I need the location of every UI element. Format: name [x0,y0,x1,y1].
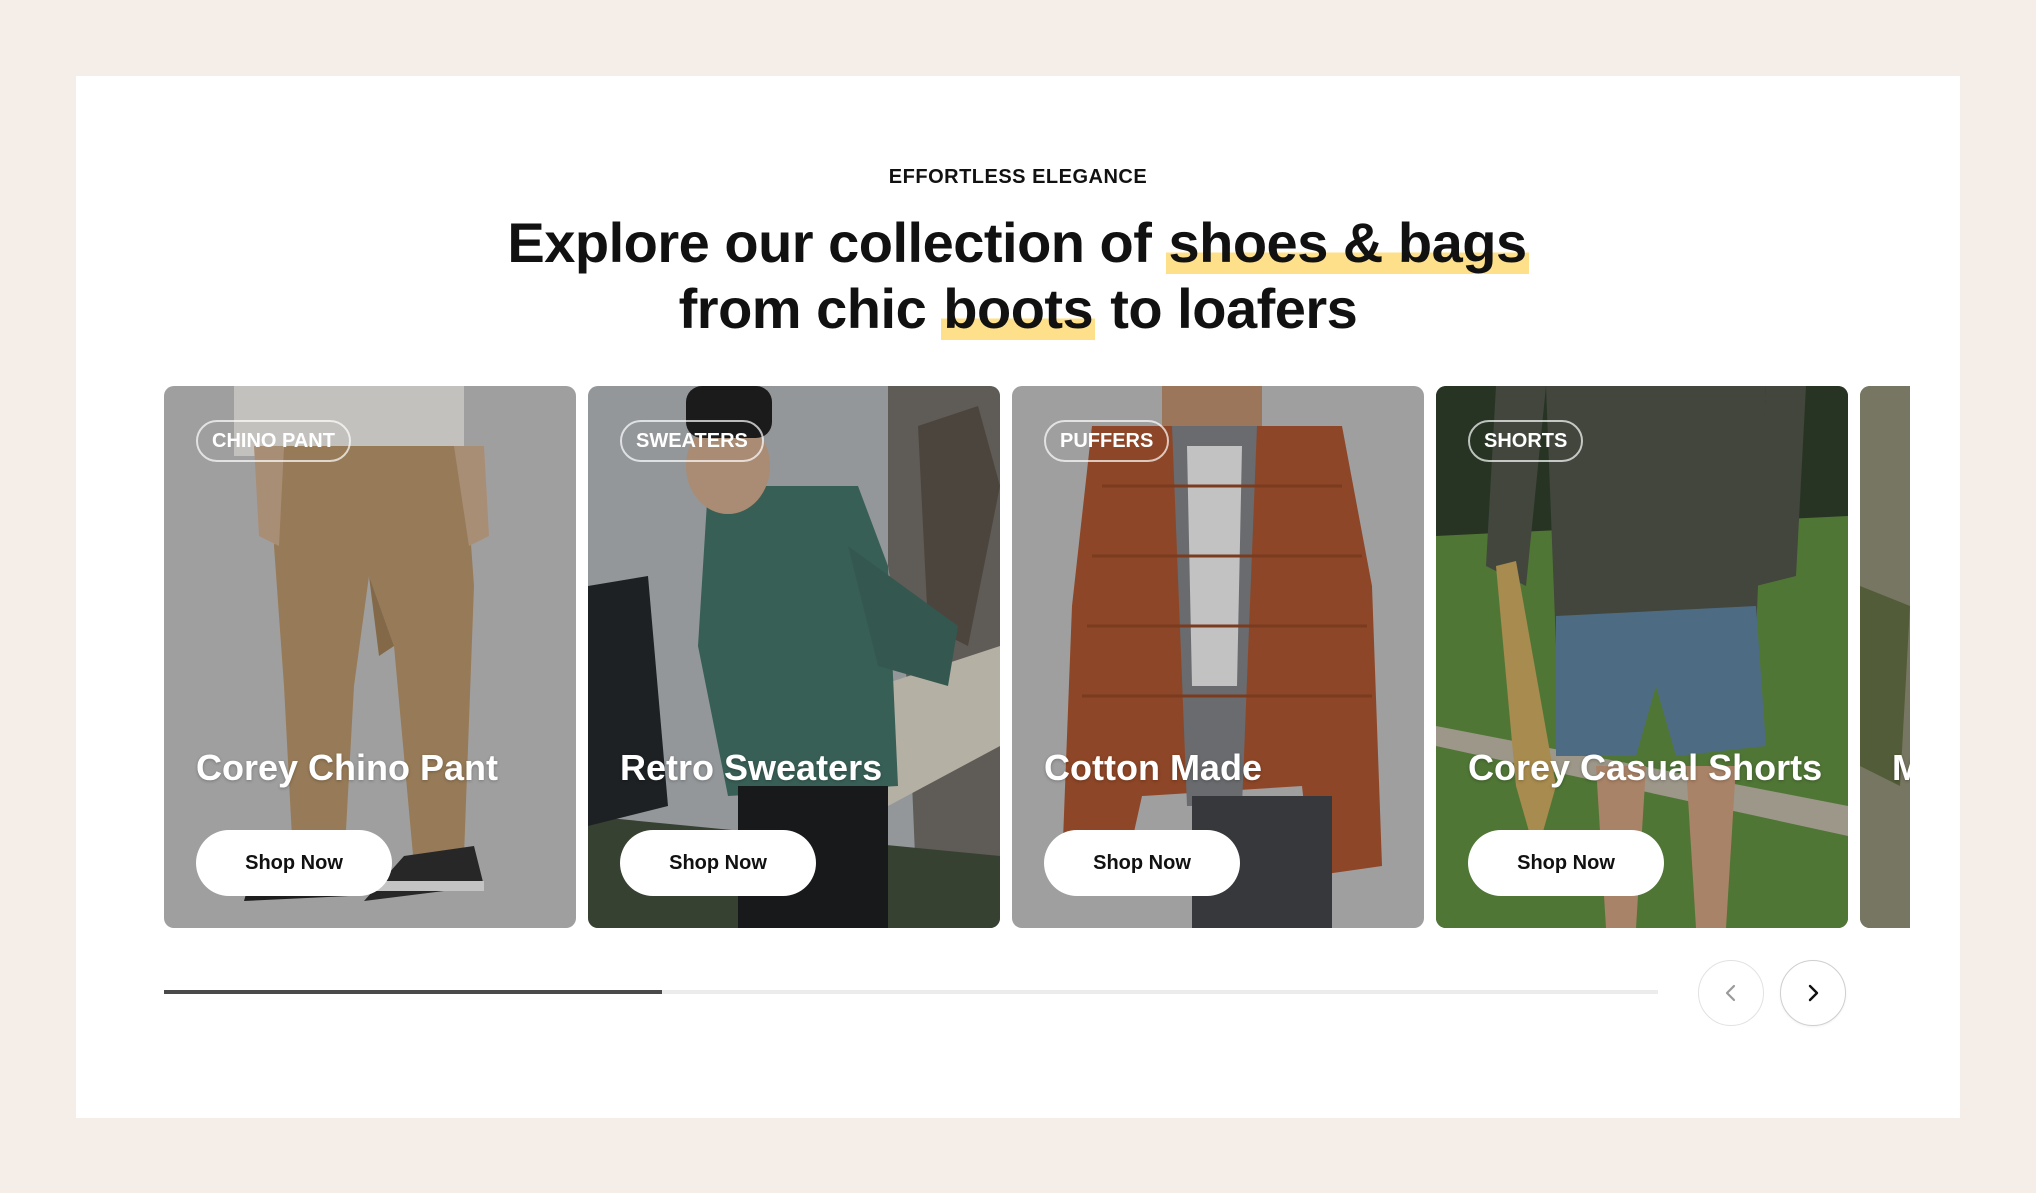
section-heading: Explore our collection of shoes & bags f… [76,210,1960,342]
carousel-progress-fill [164,990,662,994]
section-eyebrow: EFFORTLESS ELEGANCE [888,166,1148,188]
product-title: M C [1892,747,1910,788]
heading-highlight: shoes & bags [1166,211,1529,274]
product-card[interactable]: PUFFERS Cotton Made Shop Now [1012,386,1424,928]
product-carousel: CHINO PANT Corey Chino Pant Shop Now SWE… [164,386,1910,928]
shop-now-button[interactable]: Shop Now [620,830,816,896]
shop-now-button[interactable]: Shop Now [1044,830,1240,896]
heading-text: to loafers [1095,277,1358,340]
product-card[interactable]: SHORTS Corey Casual Shorts Shop Now [1436,386,1848,928]
carousel-prev-button[interactable] [1698,960,1764,1026]
carousel-progress-bar[interactable] [164,990,1658,994]
heading-text: Explore our collection of [507,211,1167,274]
chevron-right-icon [1808,984,1819,1002]
product-card[interactable]: CHINO PANT Corey Chino Pant Shop Now [164,386,576,928]
product-title: Corey Casual Shorts [1468,747,1823,788]
category-tag[interactable]: CHINO PANT [196,420,351,462]
heading-text: from chic [678,277,942,340]
product-title: Corey Chino Pant [196,747,499,788]
product-title: Cotton Made [1044,747,1262,788]
heading-highlight: boots [941,277,1096,340]
carousel-next-button[interactable] [1780,960,1846,1026]
shop-now-button[interactable]: Shop Now [1468,830,1664,896]
category-tag[interactable]: SWEATERS [620,420,764,462]
product-card[interactable]: SWEATERS Retro Sweaters Shop Now [588,386,1000,928]
category-tag[interactable]: SHORTS [1468,420,1584,462]
product-title: Retro Sweaters [620,747,883,788]
carousel-track: CHINO PANT Corey Chino Pant Shop Now SWE… [164,386,1910,928]
collection-section: EFFORTLESS ELEGANCE Explore our collecti… [76,76,1960,1118]
category-tag[interactable]: PUFFERS [1044,420,1170,462]
image-overlay [1860,386,1910,928]
shop-now-button[interactable]: Shop Now [196,830,392,896]
product-card[interactable]: M C [1860,386,1910,928]
chevron-left-icon [1725,984,1736,1002]
